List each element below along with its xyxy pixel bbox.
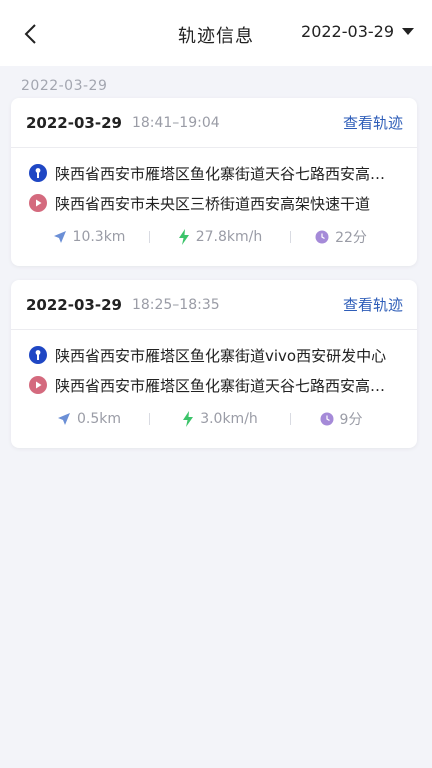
- end-address-row: 陕西省西安市未央区三桥街道西安高架快速干道: [29, 188, 401, 218]
- trip-card[interactable]: 2022-03-29 18:41–19:04 查看轨迹 陕西省西安市雁塔区鱼化寨…: [11, 98, 417, 266]
- trip-card-header: 2022-03-29 18:41–19:04 查看轨迹: [11, 98, 417, 148]
- trip-list: 2022-03-29 2022-03-29 18:41–19:04 查看轨迹 陕…: [0, 66, 432, 448]
- lightning-icon: [178, 229, 189, 245]
- trip-card-header: 2022-03-29 18:25–18:35 查看轨迹: [11, 280, 417, 330]
- start-point-icon: [29, 164, 47, 182]
- trip-card[interactable]: 2022-03-29 18:25–18:35 查看轨迹 陕西省西安市雁塔区鱼化寨…: [11, 280, 417, 448]
- trip-date: 2022-03-29: [26, 113, 122, 132]
- end-address: 陕西省西安市雁塔区鱼化寨街道天谷七路西安高新区: [55, 376, 395, 395]
- group-date: 2022-03-29: [21, 78, 108, 94]
- distance-value: 10.3km: [72, 229, 126, 245]
- lightning-icon: [183, 411, 194, 427]
- start-address-row: 陕西省西安市雁塔区鱼化寨街道天谷七路西安高新区: [29, 158, 401, 188]
- speed-stat: 3.0km/h: [150, 411, 290, 427]
- end-point-icon: [29, 194, 47, 212]
- clock-icon: [320, 412, 334, 426]
- duration-stat: 22分: [291, 227, 391, 247]
- start-point-icon: [29, 346, 47, 364]
- speed-value: 27.8km/h: [195, 229, 263, 245]
- distance-stat: 10.3km: [29, 229, 149, 245]
- navigation-arrow-icon: [57, 413, 70, 425]
- start-address-row: 陕西省西安市雁塔区鱼化寨街道vivo西安研发中心: [29, 340, 401, 370]
- speed-stat: 27.8km/h: [150, 229, 290, 245]
- clock-icon: [315, 230, 329, 244]
- distance-stat: 0.5km: [29, 411, 149, 427]
- trip-date: 2022-03-29: [26, 295, 122, 314]
- duration-stat: 9分: [291, 409, 391, 429]
- trip-stats: 10.3km 27.8km/h 22分: [29, 220, 401, 254]
- distance-value: 0.5km: [76, 411, 121, 427]
- duration-value: 9分: [339, 412, 363, 428]
- view-track-link[interactable]: 查看轨迹: [343, 294, 403, 315]
- trip-time-range: 18:25–18:35: [131, 296, 220, 313]
- end-address-row: 陕西省西安市雁塔区鱼化寨街道天谷七路西安高新区: [29, 370, 401, 400]
- trip-card-body: 陕西省西安市雁塔区鱼化寨街道vivo西安研发中心 陕西省西安市雁塔区鱼化寨街道天…: [11, 330, 417, 448]
- date-picker[interactable]: 2022-03-29: [301, 22, 414, 41]
- trip-stats: 0.5km 3.0km/h 9分: [29, 402, 401, 436]
- end-point-icon: [29, 376, 47, 394]
- speed-value: 3.0km/h: [200, 411, 258, 427]
- start-address: 陕西省西安市雁塔区鱼化寨街道天谷七路西安高新区: [55, 164, 395, 183]
- duration-value: 22分: [335, 230, 367, 246]
- dropdown-triangle-icon: [402, 27, 414, 35]
- trip-card-body: 陕西省西安市雁塔区鱼化寨街道天谷七路西安高新区 陕西省西安市未央区三桥街道西安高…: [11, 148, 417, 266]
- trip-time-range: 18:41–19:04: [131, 114, 220, 131]
- start-address: 陕西省西安市雁塔区鱼化寨街道vivo西安研发中心: [55, 346, 387, 365]
- end-address: 陕西省西安市未央区三桥街道西安高架快速干道: [55, 194, 371, 213]
- navigation-arrow-icon: [53, 231, 66, 243]
- view-track-link[interactable]: 查看轨迹: [343, 112, 403, 133]
- top-bar: 轨迹信息 2022-03-29: [0, 0, 432, 66]
- date-picker-value: 2022-03-29: [301, 22, 394, 41]
